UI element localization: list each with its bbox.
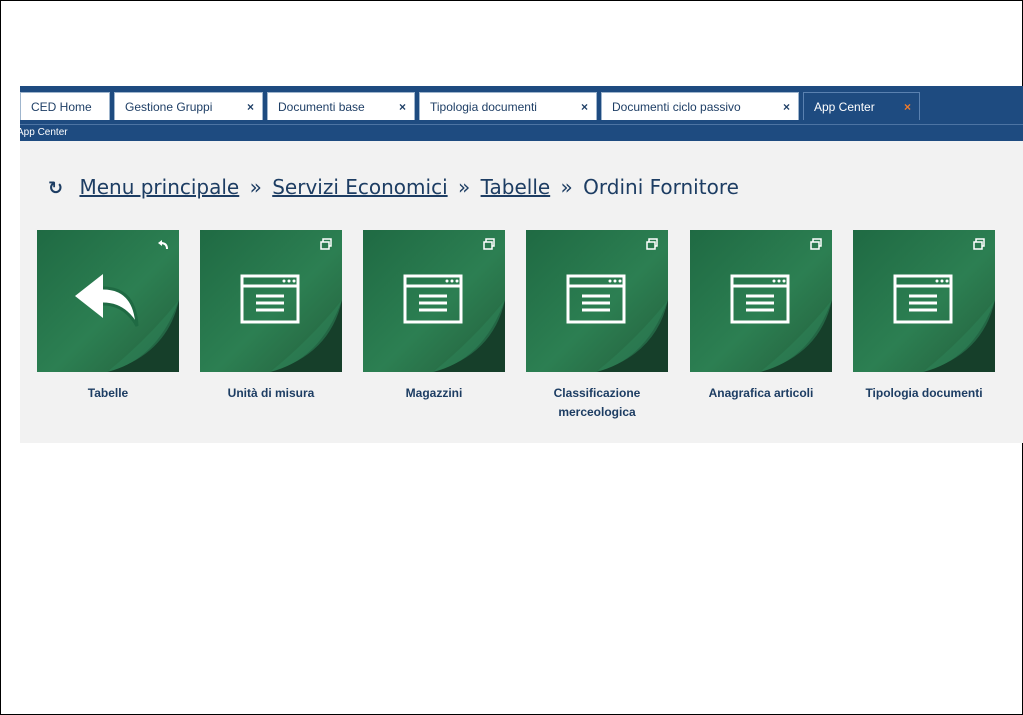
open-window-icon <box>320 238 332 250</box>
tile-label: Tipologia documenti <box>865 386 983 400</box>
breadcrumb-current: Ordini Fornitore <box>583 175 739 199</box>
close-icon[interactable]: × <box>399 93 406 121</box>
tile-label: Unità di misura <box>227 386 315 400</box>
tab-documenti-base[interactable]: Documenti base × <box>267 92 415 120</box>
window-list-icon <box>893 274 953 324</box>
window-list-icon <box>403 274 463 324</box>
breadcrumb-link-menu-principale[interactable]: Menu principale <box>79 175 239 199</box>
back-arrow-icon <box>75 274 139 327</box>
close-icon[interactable]: × <box>904 93 911 121</box>
window-list-icon <box>730 274 790 324</box>
tile-label: Tabelle <box>87 386 129 400</box>
page-subtitle-bar: App Center <box>17 124 1023 142</box>
window-list-icon <box>240 274 300 324</box>
open-window-icon <box>483 238 495 250</box>
breadcrumb-link-tabelle[interactable]: Tabelle <box>481 175 551 199</box>
open-window-icon <box>973 238 985 250</box>
breadcrumb-separator: » <box>560 175 573 199</box>
breadcrumb-link-servizi-economici[interactable]: Servizi Economici <box>272 175 447 199</box>
tile-label: Anagrafica articoli <box>708 386 814 400</box>
tab-label: Documenti base <box>278 100 365 114</box>
tab-label: App Center <box>814 100 875 114</box>
breadcrumb: ↻ Menu principale » Servizi Economici » … <box>48 175 739 199</box>
open-window-icon <box>810 238 822 250</box>
tab-app-center[interactable]: App Center × <box>803 92 920 120</box>
tab-tipologia-documenti[interactable]: Tipologia documenti × <box>419 92 597 120</box>
tile-magazzini[interactable] <box>363 230 505 372</box>
tile-label: Magazzini <box>405 386 463 400</box>
refresh-icon[interactable]: ↻ <box>48 178 63 199</box>
tab-label: Tipologia documenti <box>430 100 537 114</box>
back-corner-icon <box>158 240 168 250</box>
breadcrumb-separator: » <box>457 175 471 199</box>
close-icon[interactable]: × <box>581 93 588 121</box>
tile-tipologia-documenti[interactable] <box>853 230 995 372</box>
tile-tabelle[interactable] <box>37 230 179 372</box>
tile-unita-di-misura[interactable] <box>200 230 342 372</box>
subbar-title: App Center <box>17 127 68 138</box>
open-window-icon <box>646 238 658 250</box>
tile-anagrafica-articoli[interactable] <box>690 230 832 372</box>
window-list-icon <box>566 274 626 324</box>
tab-ced-home[interactable]: CED Home <box>20 92 110 120</box>
tile-label: Classificazione merceologica <box>553 386 641 419</box>
breadcrumb-separator: » <box>249 175 262 199</box>
tab-bar: CED Home Gestione Gruppi × Documenti bas… <box>20 86 1023 124</box>
tab-label: Documenti ciclo passivo <box>612 100 741 114</box>
tab-label: CED Home <box>31 100 92 114</box>
tab-gestione-gruppi[interactable]: Gestione Gruppi × <box>114 92 263 120</box>
tab-label: Gestione Gruppi <box>125 100 213 114</box>
app-center-panel: ↻ Menu principale » Servizi Economici » … <box>20 141 1023 443</box>
tab-documenti-ciclo-passivo[interactable]: Documenti ciclo passivo × <box>601 92 799 120</box>
close-icon[interactable]: × <box>247 93 254 121</box>
tile-classificazione-merceologica[interactable] <box>526 230 668 372</box>
close-icon[interactable]: × <box>783 93 790 121</box>
